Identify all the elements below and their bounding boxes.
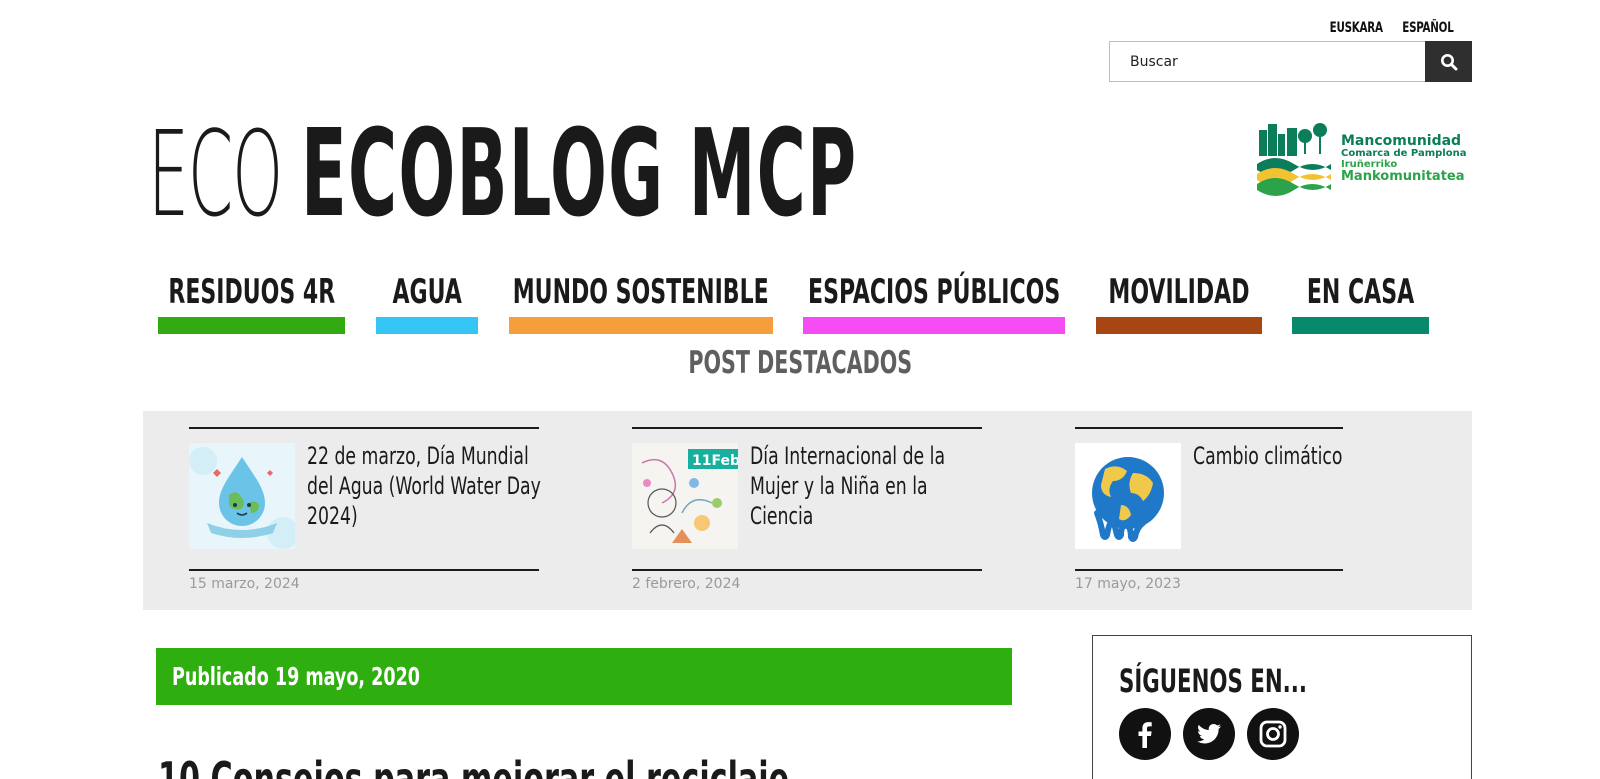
main-nav: RESIDUOS 4R AGUA MUNDO SOSTENIBLE ESPACI…: [0, 272, 1600, 334]
post-thumbnail[interactable]: 11Febre: [632, 443, 738, 549]
nav-color-bar: [158, 317, 345, 334]
nav-color-bar: [803, 317, 1065, 334]
twitter-icon: [1197, 724, 1221, 744]
lang-link-euskara[interactable]: EUSKARA: [1329, 20, 1382, 36]
mancomunidad-logo[interactable]: Mancomunidad Comarca de Pamplona Iruñerr…: [1257, 120, 1467, 198]
nav-item-agua[interactable]: AGUA: [376, 272, 478, 334]
language-selector: EUSKARA ESPAÑOL: [1318, 20, 1454, 36]
post-date: 17 mayo, 2023: [1075, 576, 1181, 592]
melting-globe-image: [1092, 457, 1164, 542]
mancomunidad-logo-icon: [1257, 123, 1331, 196]
nav-color-bar: [376, 317, 478, 334]
divider: [1075, 427, 1343, 429]
mancomunidad-logo-text: Mancomunidad Comarca de Pamplona Iruñerr…: [1341, 134, 1466, 183]
facebook-link[interactable]: [1119, 708, 1171, 760]
nav-item-label: AGUA: [392, 272, 462, 312]
nav-item-label: EN CASA: [1306, 272, 1415, 312]
divider: [632, 569, 982, 571]
divider: [1075, 569, 1343, 571]
svg-text:11Febre: 11Febre: [692, 453, 738, 469]
nav-item-label: MOVILIDAD: [1108, 272, 1250, 312]
search-input[interactable]: [1109, 41, 1425, 82]
featured-heading-text: POST DESTACADOS: [688, 345, 912, 381]
instagram-link[interactable]: [1247, 708, 1299, 760]
article-title[interactable]: 10 Consejos para mejorar el reciclaje: [158, 752, 789, 779]
post-title-link[interactable]: Cambio climático: [1193, 441, 1433, 471]
post-date: 15 marzo, 2024: [189, 576, 300, 592]
follow-us-title: SÍGUENOS EN...: [1119, 662, 1307, 700]
divider: [189, 569, 539, 571]
featured-post[interactable]: Cambio climático 17 mayo, 2023: [1075, 427, 1343, 607]
nav-color-bar: [509, 317, 773, 334]
site-title-eco: ECO: [148, 105, 283, 243]
featured-post[interactable]: 11Febre Día Internacional de la Mujer y …: [632, 427, 982, 607]
nav-item-residuos[interactable]: RESIDUOS 4R: [158, 272, 345, 334]
facebook-icon: [1138, 722, 1152, 748]
logo-line-2: Comarca de Pamplona: [1341, 148, 1467, 160]
nav-item-movilidad[interactable]: MOVILIDAD: [1096, 272, 1262, 334]
nav-color-bar: [1292, 317, 1429, 334]
site-title-main: ECOBLOG MCP: [301, 104, 858, 244]
logo-line-4: Mankomunitatea: [1341, 169, 1465, 185]
post-thumbnail[interactable]: [189, 443, 295, 549]
published-date-bar: Publicado 19 mayo, 2020: [156, 648, 1012, 705]
featured-post[interactable]: 22 de marzo, Día Mundial del Agua (World…: [189, 427, 541, 607]
women-science-illustration: 11Febre: [641, 449, 738, 543]
divider: [632, 427, 982, 429]
nav-item-espacios-publicos[interactable]: ESPACIOS PÚBLICOS: [803, 272, 1065, 334]
nav-color-bar: [1096, 317, 1262, 334]
twitter-link[interactable]: [1183, 708, 1235, 760]
water-drop-earth-image: [189, 447, 295, 549]
search-form: [1109, 41, 1472, 82]
nav-item-label: ESPACIOS PÚBLICOS: [807, 272, 1061, 312]
divider: [189, 427, 539, 429]
search-button[interactable]: [1425, 41, 1472, 82]
post-thumbnail[interactable]: [1075, 443, 1181, 549]
lang-link-espanol[interactable]: ESPAÑOL: [1403, 20, 1455, 36]
post-date: 2 febrero, 2024: [632, 576, 741, 592]
site-title[interactable]: ECO ECOBLOG MCP: [148, 104, 1198, 244]
featured-heading: POST DESTACADOS: [0, 345, 1600, 381]
follow-us-widget: SÍGUENOS EN...: [1092, 635, 1472, 779]
nav-item-label: MUNDO SOSTENIBLE: [513, 272, 769, 312]
post-title-link[interactable]: 22 de marzo, Día Mundial del Agua (World…: [307, 441, 547, 531]
logo-line-1: Mancomunidad: [1341, 133, 1462, 150]
nav-item-mundo-sostenible[interactable]: MUNDO SOSTENIBLE: [509, 272, 773, 334]
post-title-link[interactable]: Día Internacional de la Mujer y la Niña …: [750, 441, 990, 531]
instagram-icon: [1259, 720, 1287, 748]
featured-posts: 22 de marzo, Día Mundial del Agua (World…: [143, 411, 1472, 610]
search-icon: [1440, 53, 1457, 70]
published-date: Publicado 19 mayo, 2020: [172, 662, 420, 691]
nav-item-label: RESIDUOS 4R: [168, 272, 335, 312]
nav-item-en-casa[interactable]: EN CASA: [1292, 272, 1429, 334]
